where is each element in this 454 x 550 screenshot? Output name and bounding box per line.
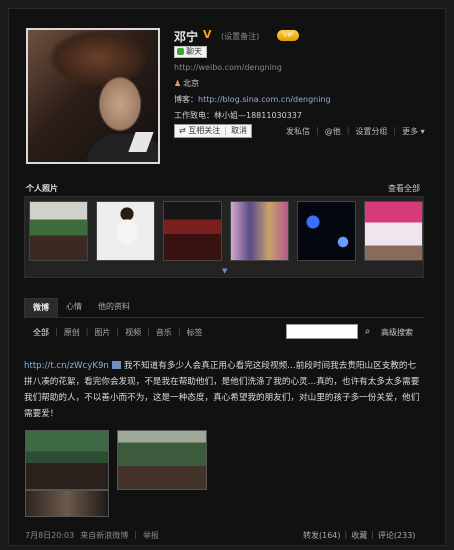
photo-thumbnail[interactable]	[364, 201, 423, 261]
location-person-icon: ♟	[174, 79, 182, 88]
divider: |	[344, 530, 348, 539]
photo-thumbnail[interactable]	[163, 201, 222, 261]
blog-label: 博客：	[174, 95, 198, 104]
photo-strip: ▼	[24, 196, 424, 278]
profile-name: 邓宁	[174, 30, 199, 44]
post-short-link[interactable]: http://t.cn/zWcyK9n	[24, 361, 109, 371]
profile-tabs: 微博 心情 他的资料	[24, 298, 424, 318]
divider: |	[85, 327, 89, 336]
tab-mood[interactable]: 心情	[58, 298, 90, 317]
divider: |	[393, 126, 397, 135]
filter-video[interactable]: 视频	[125, 327, 141, 338]
divider: |	[147, 327, 150, 336]
filter-images[interactable]: 图片	[94, 327, 110, 338]
tab-profile-info[interactable]: 他的资料	[90, 298, 138, 317]
filter-all[interactable]: 全部	[33, 327, 49, 338]
post-text: http://t.cn/zWcyK9n 我不知道有多少人会真正用心看完这段视频…前…	[24, 358, 424, 422]
post-meta: 7月8日20:03 来自新浪微博 | 举报	[25, 530, 159, 541]
weibo-url[interactable]: http://weibo.com/dengning	[174, 63, 282, 72]
divider: |	[55, 327, 58, 336]
filter-original[interactable]: 原创	[64, 327, 80, 338]
search-icon[interactable]: ⌕	[360, 324, 375, 339]
photo-thumbnail[interactable]	[96, 201, 155, 261]
view-all-photos-link[interactable]: 查看全部	[388, 183, 420, 194]
post-image[interactable]	[117, 430, 207, 490]
divider: |	[346, 126, 350, 135]
send-message-button[interactable]: 发私信	[286, 126, 310, 137]
vip-badge-icon[interactable]: VIP	[277, 30, 299, 41]
repost-button[interactable]: 转发(164)	[303, 530, 341, 541]
feed-filters: 全部 | 原创 | 图片 | 视频 | 音乐 | 标签	[33, 327, 203, 338]
unfollow-button[interactable]: 取消	[227, 125, 251, 137]
filter-tags[interactable]: 标签	[187, 327, 203, 338]
divider: |	[116, 327, 120, 336]
chat-button[interactable]: 聊天	[174, 46, 207, 58]
mention-button[interactable]: @他	[325, 126, 341, 137]
divider: |	[316, 126, 319, 135]
location: ♟ 北京	[174, 78, 199, 89]
post-actions: 转发(164) | 收藏 | 评论(233)	[303, 530, 415, 541]
post-timestamp[interactable]: 7月8日20:03	[25, 530, 74, 541]
blog-link[interactable]: http://blog.sina.com.cn/dengning	[198, 95, 331, 104]
chat-online-icon	[177, 48, 184, 55]
advanced-search-link[interactable]: 高级搜索	[381, 327, 413, 338]
photo-thumbnail[interactable]	[230, 201, 289, 261]
divider: |	[177, 327, 181, 336]
profile-avatar[interactable]	[26, 28, 160, 164]
filter-music[interactable]: 音乐	[156, 327, 172, 338]
post-image[interactable]	[25, 490, 109, 517]
profile-actions: 发私信 | @他 | 设置分组 | 更多 ▾	[286, 126, 425, 137]
location-text: 北京	[183, 79, 200, 88]
post-image[interactable]	[25, 430, 109, 490]
verified-icon: V	[203, 28, 212, 41]
divider: |	[134, 530, 137, 539]
blog-row: 博客：http://blog.sina.com.cn/dengning	[174, 94, 331, 105]
work-contact: 工作致电：林小姐—18811030337	[174, 111, 302, 120]
photo-thumbnail[interactable]	[29, 201, 88, 261]
post-source[interactable]: 来自新浪微博	[80, 530, 128, 541]
collect-button[interactable]: 收藏	[351, 530, 367, 541]
report-link[interactable]: 举报	[143, 530, 159, 541]
set-group-button[interactable]: 设置分组	[355, 126, 387, 137]
video-icon[interactable]	[111, 361, 121, 369]
photo-thumbnail[interactable]	[297, 201, 356, 261]
expand-down-icon[interactable]: ▼	[222, 267, 227, 275]
chat-label: 聊天	[186, 47, 202, 56]
more-menu-button[interactable]: 更多 ▾	[402, 126, 425, 137]
tab-weibo[interactable]: 微博	[24, 298, 58, 317]
follow-control: ⇄ 互相关注 | 取消	[174, 124, 252, 138]
feed-search-input[interactable]	[286, 324, 358, 339]
mutual-follow-status: ⇄ 互相关注	[179, 126, 221, 135]
divider: |	[371, 530, 374, 539]
set-remark-link[interactable]: (设置备注)	[221, 31, 259, 42]
comment-button[interactable]: 评论(233)	[378, 530, 416, 541]
photos-section-title: 个人照片	[26, 184, 58, 193]
